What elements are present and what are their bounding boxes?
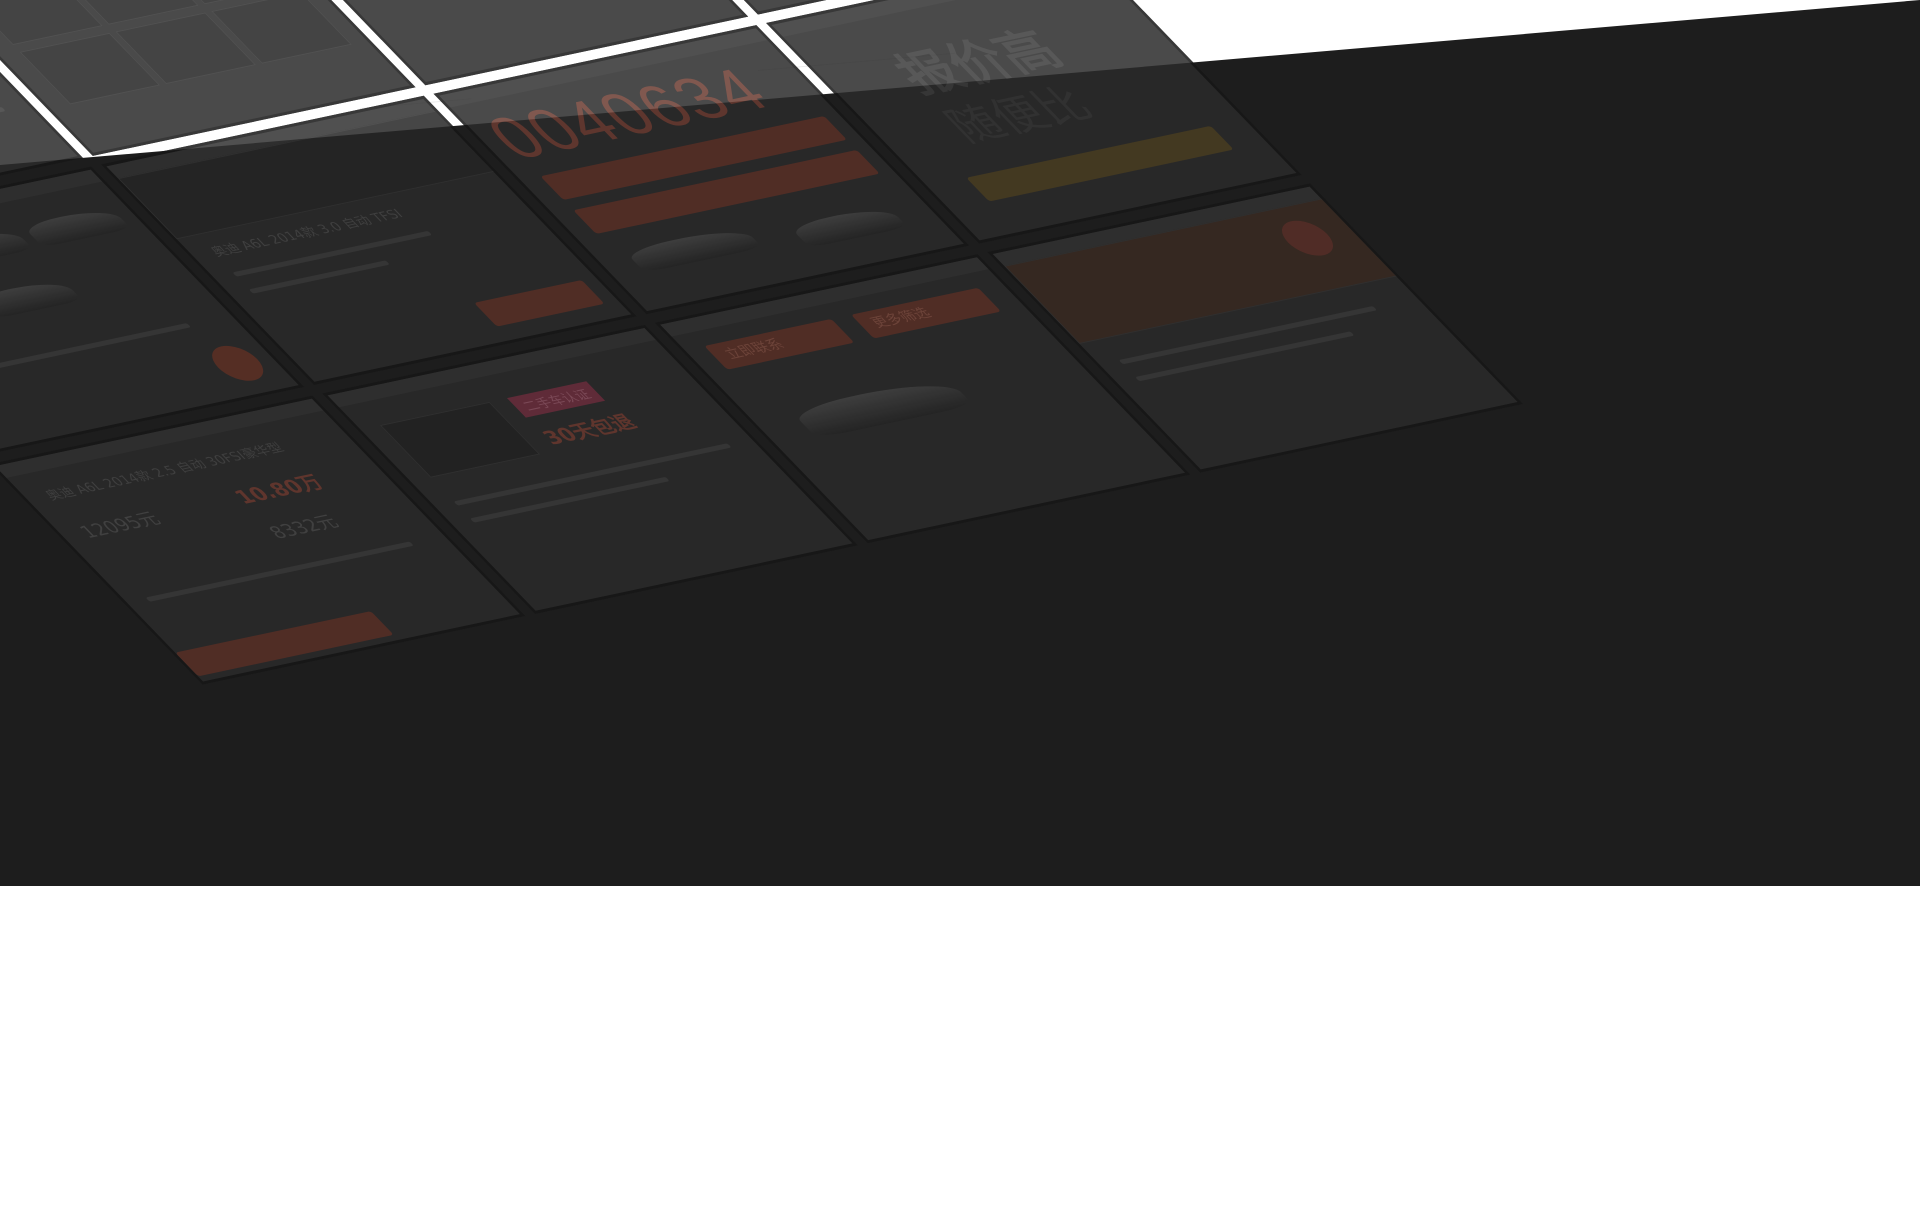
bottom-action-button[interactable] bbox=[175, 611, 394, 677]
car-thumbnail bbox=[0, 227, 34, 269]
contact-button[interactable] bbox=[474, 279, 605, 327]
car-thumbnail bbox=[789, 376, 974, 439]
add-button[interactable] bbox=[201, 342, 274, 385]
car-thumbnail bbox=[623, 225, 763, 273]
car-thumbnail bbox=[788, 204, 908, 248]
price-a: 12095元 bbox=[75, 508, 166, 543]
price-c: 8332元 bbox=[264, 512, 345, 544]
car-thumbnail bbox=[21, 206, 132, 248]
app-screens-collage: 奥迪 A6L 2014款 3.0 自动 TFSI 0040634 报价高 随便比… bbox=[0, 0, 1920, 1228]
car-thumbnail bbox=[0, 278, 83, 319]
cert-price: 30天包退 bbox=[536, 410, 643, 449]
price-b: 10.80万 bbox=[228, 470, 330, 509]
